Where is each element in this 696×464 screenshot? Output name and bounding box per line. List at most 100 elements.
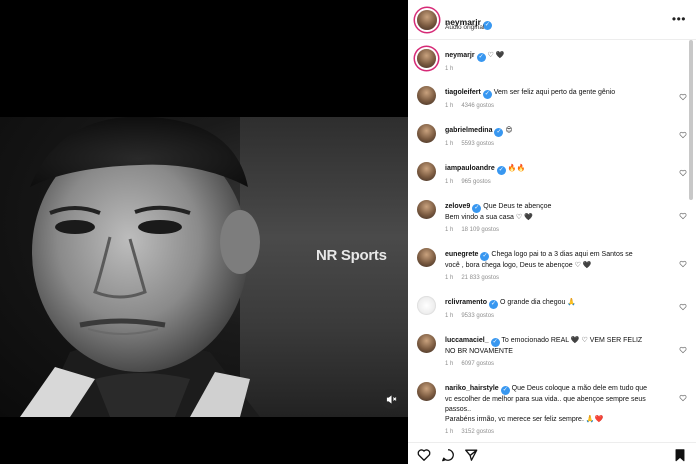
verified-icon: ✓ — [489, 300, 499, 309]
caption-body: neymarjr ✓ ♡ 🖤 — [445, 51, 675, 62]
comment-username[interactable]: gabrielmedina — [445, 127, 492, 134]
share-icon[interactable] — [464, 448, 478, 462]
comment-meta: 1 h 21 833 gostos — [445, 275, 499, 281]
comment-time[interactable]: 1 h — [445, 227, 453, 233]
like-comment-icon[interactable] — [679, 169, 687, 177]
caption-username[interactable]: neymarjr — [445, 52, 475, 59]
verified-icon: ✓ — [476, 53, 486, 62]
verified-icon: ✓ — [480, 252, 490, 261]
comment-time[interactable]: 1 h — [445, 313, 453, 319]
comment-meta: 1 h 4346 gostos — [445, 103, 494, 109]
audio-label[interactable]: Áudio original — [445, 24, 484, 31]
comment-time[interactable]: 1 h — [445, 361, 453, 367]
video-frame: NR Sports — [0, 117, 408, 417]
comment-likes[interactable]: 21 833 gostos — [461, 275, 499, 281]
verified-icon: ✓ — [500, 386, 510, 395]
mute-button[interactable] — [381, 389, 401, 409]
comment-username[interactable]: eunegrete — [445, 251, 478, 258]
comment-text: To emocionado REAL 🖤 ♡ VEM SER FELIZ — [501, 337, 643, 344]
comment-likes[interactable]: 965 gostos — [461, 179, 490, 185]
comments-list[interactable]: neymarjr ✓ ♡ 🖤 1 h tiagoleifert ✓ Vem ser … — [408, 40, 696, 442]
comment-username[interactable]: nariko_hairstyle — [445, 385, 499, 392]
comment-username[interactable]: luccamaciel_ — [445, 337, 489, 344]
video-watermark: NR Sports — [316, 247, 387, 264]
comment-text: Que Deus te abençoe — [483, 203, 552, 210]
comment-likes[interactable]: 3152 gostos — [461, 429, 494, 435]
post-sidebar: neymarjr ✓ Áudio original ••• neymarjr ✓ ♡… — [408, 0, 696, 464]
commenter-avatar[interactable] — [417, 86, 436, 105]
comment-body: eunegrete ✓ Chega logo pai to a 3 dias aq… — [445, 250, 675, 271]
caption-time[interactable]: 1 h — [445, 66, 453, 72]
comment-likes[interactable]: 6097 gostos — [461, 361, 494, 367]
verified-icon: ✓ — [490, 338, 500, 347]
video-player[interactable]: NR Sports — [0, 0, 408, 464]
comment-username[interactable]: tiagoleifert — [445, 89, 481, 96]
comment-username[interactable]: iampauloandre — [445, 165, 495, 172]
commenter-avatar[interactable] — [417, 162, 436, 181]
comment-icon[interactable] — [441, 448, 455, 462]
comment-username[interactable]: rclivramento — [445, 299, 487, 306]
more-options-icon[interactable]: ••• — [672, 12, 686, 26]
verified-icon: ✓ — [482, 90, 492, 99]
comment-meta: 1 h 18 109 gostos — [445, 227, 499, 233]
bookmark-icon[interactable] — [673, 448, 687, 462]
like-comment-icon[interactable] — [679, 260, 687, 268]
comment-username[interactable]: zelove9 — [445, 203, 470, 210]
commenter-avatar[interactable] — [417, 382, 436, 401]
comment-body: gabrielmedina ✓ 😍 — [445, 126, 675, 137]
comment-text-line2: Bem vindo a sua casa ♡ 🖤 — [445, 214, 533, 221]
commenter-avatar[interactable] — [417, 200, 436, 219]
comment-likes[interactable]: 4346 gostos — [461, 103, 494, 109]
comment-meta: 1 h 5593 gostos — [445, 141, 494, 147]
comment-text: 🔥🔥 — [507, 165, 526, 172]
author-avatar[interactable] — [417, 10, 437, 30]
comment-time[interactable]: 1 h — [445, 141, 453, 147]
verified-icon: ✓ — [496, 166, 506, 175]
comment-meta: 1 h 9533 gostos — [445, 313, 494, 319]
caption-meta: 1 h — [445, 66, 453, 72]
comment-time[interactable]: 1 h — [445, 275, 453, 281]
like-comment-icon[interactable] — [679, 303, 687, 311]
comment-body: rclivramento ✓ O grande dia chegou 🙏 — [445, 298, 675, 309]
comment-text: Chega logo pai to a 3 dias aqui em Santo… — [491, 251, 633, 258]
comment-text-line2: vc escolher de melhor para sua vida.. qu… — [445, 396, 646, 403]
comments-scrollbar[interactable] — [689, 40, 693, 445]
comment-text-line3: passos.. — [445, 406, 472, 413]
commenter-avatar[interactable] — [417, 334, 436, 353]
comment-text-line2: NO BR NOVAMENTE — [445, 348, 513, 355]
video-subject-image — [20, 117, 260, 417]
comment-body: nariko_hairstyle ✓ Que Deus coloque a mão… — [445, 384, 675, 425]
like-comment-icon[interactable] — [679, 93, 687, 101]
like-comment-icon[interactable] — [679, 346, 687, 354]
comment-body: zelove9 ✓ Que Deus te abençoe Bem vindo a… — [445, 202, 675, 223]
caption-text: ♡ 🖤 — [487, 52, 505, 59]
comment-body: tiagoleifert ✓ Vem ser feliz aqui perto d… — [445, 88, 675, 99]
comment-time[interactable]: 1 h — [445, 429, 453, 435]
commenter-avatar[interactable] — [417, 296, 436, 315]
comment-text: 😍 — [505, 127, 513, 134]
scrollbar-thumb[interactable] — [689, 40, 693, 200]
comment-body: luccamaciel_ ✓ To emocionado REAL 🖤 ♡ VEM… — [445, 336, 675, 357]
comment-likes[interactable]: 9533 gostos — [461, 313, 494, 319]
heart-icon[interactable] — [417, 448, 431, 462]
comment-likes[interactable]: 5593 gostos — [461, 141, 494, 147]
comment-text: Que Deus coloque a mão dele em tudo que — [511, 385, 648, 392]
comment-text-line4: Parabéns irmão, vc merece ser feliz semp… — [445, 416, 604, 423]
like-comment-icon[interactable] — [679, 394, 687, 402]
comment-text-line2: você , bora chega logo, Deus te abençoe … — [445, 262, 592, 269]
comment-text: O grande dia chegou 🙏 — [499, 299, 577, 306]
commenter-avatar[interactable] — [417, 248, 436, 267]
comment-meta: 1 h 6097 gostos — [445, 361, 494, 367]
like-comment-icon[interactable] — [679, 131, 687, 139]
verified-icon: ✓ — [494, 128, 504, 137]
post-header: neymarjr ✓ Áudio original ••• — [408, 0, 696, 40]
comment-text: Vem ser feliz aqui perto da gente gênio — [493, 89, 616, 96]
commenter-avatar[interactable] — [417, 124, 436, 143]
caption-avatar[interactable] — [417, 49, 436, 68]
comment-likes[interactable]: 18 109 gostos — [461, 227, 499, 233]
comment-time[interactable]: 1 h — [445, 103, 453, 109]
verified-icon: ✓ — [472, 204, 482, 213]
like-comment-icon[interactable] — [679, 212, 687, 220]
comment-meta: 1 h 965 gostos — [445, 179, 491, 185]
comment-time[interactable]: 1 h — [445, 179, 453, 185]
